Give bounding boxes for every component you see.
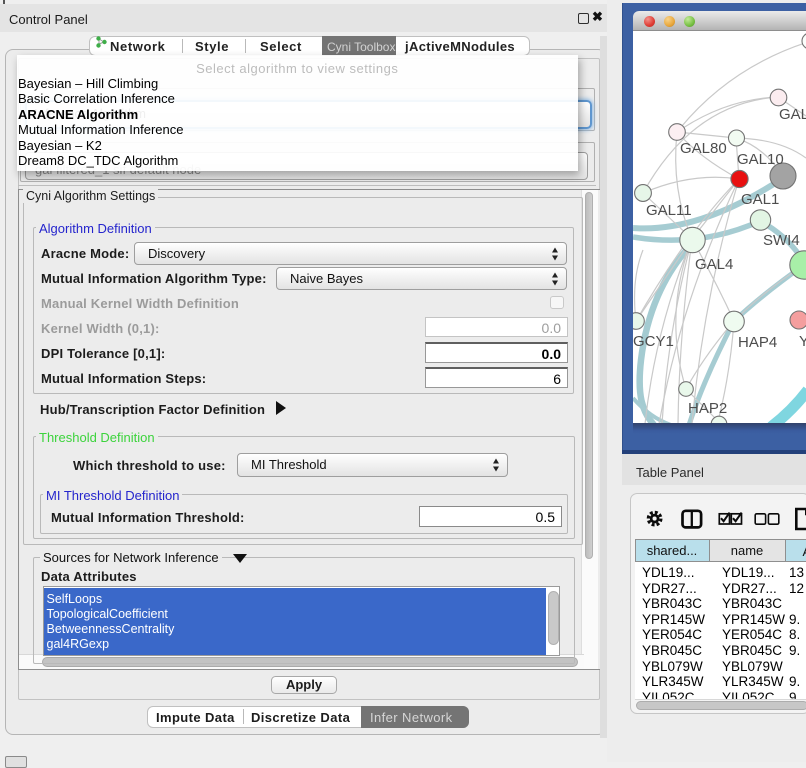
svg-text:HAP4: HAP4 — [738, 334, 777, 351]
svg-text:GAL4: GAL4 — [695, 256, 733, 273]
svg-text:Y: Y — [799, 333, 806, 350]
svg-text:GCY1: GCY1 — [633, 333, 674, 350]
svg-text:GAL: GAL — [779, 106, 806, 123]
svg-text:SWI4: SWI4 — [763, 232, 800, 249]
svg-text:GAL11: GAL11 — [646, 202, 692, 219]
svg-text:GAL10: GAL10 — [737, 151, 784, 168]
svg-text:GAL80: GAL80 — [680, 140, 727, 157]
svg-text:HAP2: HAP2 — [688, 400, 727, 417]
svg-text:GAL1: GAL1 — [741, 191, 779, 208]
